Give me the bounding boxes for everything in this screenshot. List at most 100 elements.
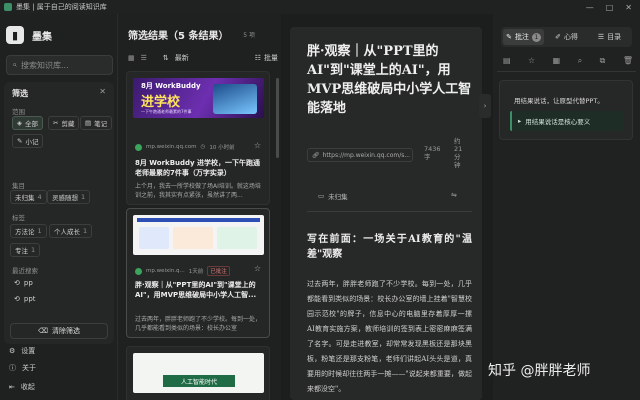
grid-icon[interactable]: ▦ bbox=[553, 56, 561, 66]
close-filter-icon[interactable]: ✕ bbox=[99, 87, 106, 96]
results-title: 筛选结果（5 条结果） bbox=[128, 31, 229, 42]
chip-label: 全部 bbox=[25, 120, 38, 128]
star-icon[interactable]: ☆ bbox=[528, 56, 535, 66]
article-url[interactable]: 🔗︎ https://mp.weixin.qq.com/s... ⧉ bbox=[307, 148, 413, 162]
about-button[interactable]: ⓘ 关于 bbox=[9, 363, 36, 373]
clear-filter-label: 清除筛选 bbox=[51, 327, 80, 335]
settings-button[interactable]: ⚙ 设置 bbox=[9, 346, 35, 356]
chip-label: 小记 bbox=[25, 138, 39, 146]
tab-label: 目录 bbox=[607, 33, 622, 41]
read-time-part: 分 bbox=[454, 153, 461, 161]
result-card[interactable]: 8月 WorkBuddy 进学校 一下午跑通老师最累的7件事 mp.weixin… bbox=[126, 71, 270, 205]
recent-label: 最近搜索 bbox=[12, 267, 38, 275]
sort-icon: ⇅ bbox=[162, 54, 169, 62]
tab-insights[interactable]: ✐ 心得 bbox=[546, 29, 587, 45]
read-time-part: 21 bbox=[454, 145, 463, 153]
card-excerpt: 上个月，我去一所学校做了场AI培训。就这场培训之前，我其实有点紧张，虽然讲了两.… bbox=[135, 183, 261, 199]
word-count-unit: 字 bbox=[424, 153, 431, 161]
thumb-text: 进学校 bbox=[141, 95, 181, 110]
wechat-icon bbox=[135, 143, 142, 151]
card-thumbnail bbox=[133, 215, 264, 255]
layout-icon[interactable]: ▤ bbox=[503, 56, 511, 66]
chip-label: 剪藏 bbox=[61, 120, 75, 128]
thumb-block bbox=[173, 227, 213, 249]
result-card[interactable]: 人工智能时代 bbox=[126, 346, 270, 400]
card-thumbnail: 8月 WorkBuddy 进学校 一下午跑通老师最累的7件事 bbox=[133, 78, 264, 118]
list-view-icon[interactable]: ☰ bbox=[141, 54, 147, 62]
word-count: 7436 字 bbox=[424, 145, 441, 161]
star-icon[interactable]: ☆ bbox=[254, 264, 261, 273]
app-icon bbox=[4, 3, 12, 11]
minimize-button[interactable]: — bbox=[586, 3, 594, 12]
recent-search-item[interactable]: ⟲ pp bbox=[14, 279, 33, 287]
filter-title: 筛选 bbox=[12, 89, 28, 98]
annotation-card[interactable]: 用结果说话，让原型代替PPT。 ▸ 用结果说话是核心要义 bbox=[499, 80, 633, 140]
quote-icon: ▸ bbox=[518, 117, 522, 125]
reader-pane: 胖·观察｜从"PPT里的AI"到"课堂上的AI"，用MVP思维破局中小学人工智能… bbox=[281, 14, 493, 400]
search-box[interactable] bbox=[6, 55, 113, 75]
annotation-text: 用结果说话，让原型代替PPT。 bbox=[514, 97, 604, 105]
chip-count: 4 bbox=[37, 193, 42, 201]
tag-chip-methodology[interactable]: 方法论 1 bbox=[10, 224, 47, 238]
history-icon: ⟲ bbox=[14, 279, 20, 287]
note-icon: ▤ bbox=[85, 119, 92, 127]
collection-chip-unfiled[interactable]: 未归集 4 bbox=[10, 190, 47, 204]
batch-button[interactable]: ☷ 批量 bbox=[255, 53, 278, 63]
tab-annotations[interactable]: ✎ 批注 1 bbox=[503, 29, 544, 45]
chip-count: 1 bbox=[31, 246, 36, 254]
tab-label: 批注 bbox=[514, 33, 529, 41]
panel-toolbar: ▤ ☆ ▦ ⌕ ⧉ 🗑︎ bbox=[503, 56, 633, 66]
tab-toc[interactable]: ☰ 目录 bbox=[589, 29, 630, 45]
grid-view-icon[interactable]: ▦ bbox=[128, 54, 135, 62]
maximize-button[interactable]: □ bbox=[606, 3, 614, 12]
logo-icon: ▮ bbox=[6, 26, 24, 44]
watermark: 知乎 @胖胖老师 bbox=[488, 363, 591, 379]
search-icon[interactable]: ⌕ bbox=[578, 56, 582, 66]
filter-panel: 筛选 ✕ 范围 ◈ 全部 ✂ 剪藏 ▤ 笔记 ✎ 小记 集目 未归集 4 灵感随想 1 标签… bbox=[4, 82, 114, 344]
scope-chip-note[interactable]: ▤ 笔记 bbox=[80, 116, 113, 130]
chip-label: 专注 bbox=[15, 247, 28, 255]
annotated-badge: 已批注 bbox=[207, 266, 230, 276]
search-input[interactable] bbox=[21, 60, 106, 70]
scope-chip-memo[interactable]: ✎ 小记 bbox=[12, 134, 44, 148]
collapse-sidebar-button[interactable]: ⇤ 收起 bbox=[9, 382, 35, 392]
brand-name: 墨集 bbox=[32, 31, 52, 43]
edit-link-icon[interactable]: ⇋ bbox=[451, 191, 457, 199]
star-icon[interactable]: ☆ bbox=[254, 141, 261, 150]
scope-chip-all[interactable]: ◈ 全部 bbox=[12, 116, 43, 130]
note-icon: ✐ bbox=[555, 33, 561, 41]
tag-chip-focus[interactable]: 专注 1 bbox=[10, 243, 41, 257]
word-count-value: 7436 bbox=[424, 145, 441, 153]
divider bbox=[307, 211, 472, 212]
clear-filter-button[interactable]: ⌫ 清除筛选 bbox=[10, 323, 108, 339]
results-scrollbar[interactable] bbox=[276, 78, 279, 158]
card-source: mp.weixin.q... bbox=[146, 268, 185, 274]
read-time: 约 21 分 钟 bbox=[454, 137, 462, 169]
trash-icon[interactable]: 🗑︎ bbox=[623, 56, 633, 66]
article-subheading: 写在前面：一场关于AI教育的"温差"观察 bbox=[307, 234, 472, 260]
card-time: 1天前 bbox=[188, 269, 204, 275]
card-meta: mp.weixin.q... 1天前 已批注 bbox=[135, 266, 230, 276]
eraser-icon: ⌫ bbox=[38, 327, 48, 335]
wechat-icon bbox=[135, 267, 142, 275]
chip-count: 1 bbox=[37, 227, 42, 235]
collection-chip-ideas[interactable]: 灵感随想 1 bbox=[47, 190, 91, 204]
results-toolbar: ▦ ☰ ⇅ 最新 ☷ 批量 bbox=[128, 51, 278, 65]
thumb-bar bbox=[137, 218, 260, 222]
list-icon: ☰ bbox=[597, 33, 605, 41]
close-window-button[interactable]: ✕ bbox=[625, 3, 632, 12]
divider bbox=[497, 71, 636, 72]
recent-search-item[interactable]: ⟲ ppt bbox=[14, 295, 36, 303]
tag-chip-growth[interactable]: 个人成长 1 bbox=[49, 224, 93, 238]
recent-label-text: ppt bbox=[23, 295, 36, 303]
scope-chip-clip[interactable]: ✂ 剪藏 bbox=[48, 116, 80, 130]
sort-button[interactable]: 最新 bbox=[175, 53, 189, 63]
collection-status[interactable]: ▭ 未归集 bbox=[318, 191, 348, 201]
chip-label: 灵感随想 bbox=[52, 194, 78, 202]
panel-toggle-chevron-icon[interactable]: › bbox=[479, 94, 491, 118]
copy-icon[interactable]: ⧉ bbox=[600, 56, 606, 66]
read-time-part: 钟 bbox=[454, 161, 461, 169]
clock-icon: ◷ bbox=[200, 144, 206, 150]
card-source: mp.weixin.qq.com bbox=[146, 144, 197, 150]
result-card[interactable]: mp.weixin.q... 1天前 已批注 ☆ 胖·观察｜从"PPT里的AI"… bbox=[126, 208, 270, 338]
